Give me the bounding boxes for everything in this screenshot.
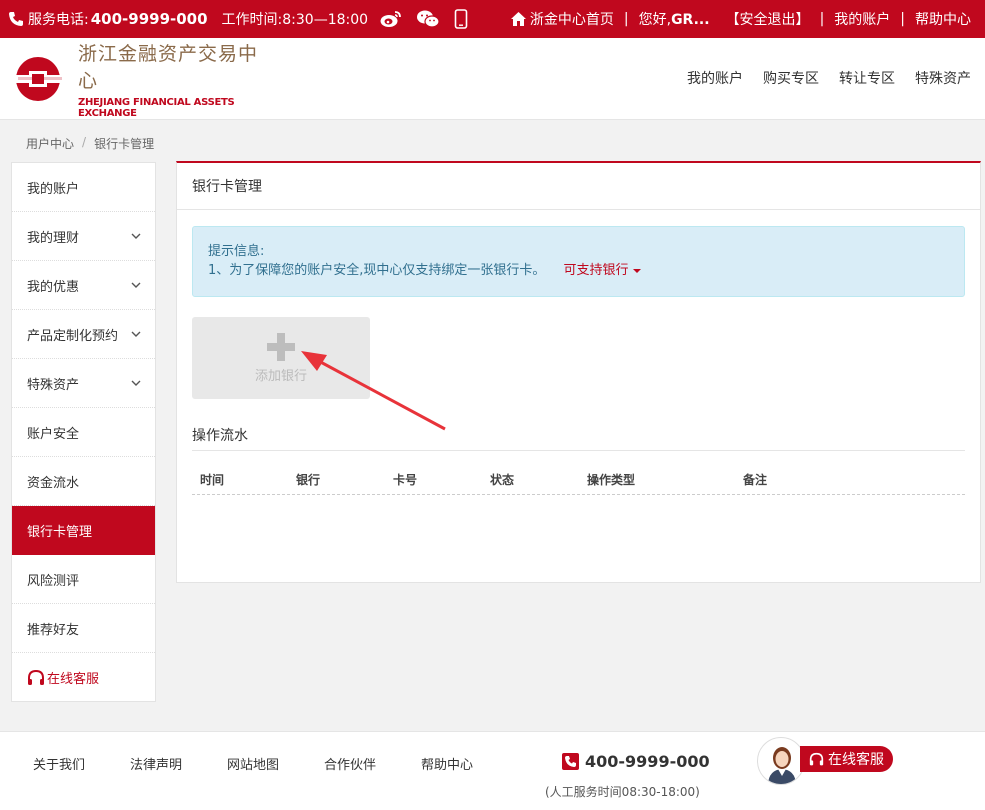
sidebar-item-label: 我的账户 xyxy=(27,181,80,197)
info-alert: 提示信息: 1、为了保障您的账户安全,现中心仅支持绑定一张银行卡。 可支持银行 xyxy=(192,226,965,297)
service-hours: (人工服务时间08:30-18:00) xyxy=(545,785,700,799)
chevron-down-icon xyxy=(131,282,141,288)
footer-phone: 400-9999-000 xyxy=(562,752,710,771)
phone-icon xyxy=(562,753,579,770)
column-header-status: 状态 xyxy=(490,473,515,487)
divider: | xyxy=(900,11,905,27)
flow-title: 操作流水 xyxy=(192,428,248,444)
help-center-link[interactable]: 帮助中心 xyxy=(915,9,971,29)
chevron-down-icon xyxy=(131,380,141,386)
column-header-operation-type: 操作类型 xyxy=(587,473,636,487)
service-agent-avatar xyxy=(757,737,805,785)
top-bar: 服务电话: 400-9999-000 工作时间:8:30—18:00 浙金中心首… xyxy=(0,0,985,38)
bank-card-panel: 银行卡管理 提示信息: 1、为了保障您的账户安全,现中心仅支持绑定一张银行卡。 … xyxy=(176,161,981,583)
site-footer: 关于我们 法律声明 网站地图 合作伙伴 帮助中心 400-9999-000 (人… xyxy=(0,731,985,810)
plus-icon xyxy=(267,332,295,361)
work-time: 工作时间:8:30—18:00 xyxy=(221,12,369,28)
sidebar-item-label: 我的理财 xyxy=(27,230,80,246)
sidebar-item-my-offers[interactable]: 我的优惠 xyxy=(12,261,155,310)
sidebar-item-refer-friends[interactable]: 推荐好友 xyxy=(12,604,155,653)
footer-link-about[interactable]: 关于我们 xyxy=(33,754,130,773)
divider: | xyxy=(623,11,629,27)
user-name: GR... xyxy=(671,12,710,28)
my-account-link[interactable]: 我的账户 xyxy=(834,9,890,29)
nav-special-assets[interactable]: 特殊资产 xyxy=(915,68,971,88)
home-icon xyxy=(510,12,526,26)
footer-links: 关于我们 法律声明 网站地图 合作伙伴 帮助中心 xyxy=(33,754,518,773)
panel-title: 银行卡管理 xyxy=(177,163,980,210)
supported-banks-label: 可支持银行 xyxy=(563,263,629,278)
sidebar-item-label: 账户安全 xyxy=(27,426,80,442)
column-header-remark: 备注 xyxy=(743,473,768,487)
breadcrumb-current: 银行卡管理 xyxy=(94,137,155,151)
breadcrumb: 用户中心 / 银行卡管理 xyxy=(26,135,154,152)
logo-text-en: ZHEJIANG FINANCIAL ASSETS EXCHANGE xyxy=(78,97,235,119)
weibo-icon[interactable] xyxy=(380,10,402,28)
nav-transfer[interactable]: 转让专区 xyxy=(839,68,895,88)
online-service-label: 在线客服 xyxy=(828,752,884,768)
logo-mark-icon xyxy=(12,56,68,102)
greeting: 您好,GR... xyxy=(638,12,710,28)
divider: | xyxy=(819,11,825,27)
sidebar-item-my-finance[interactable]: 我的理财 xyxy=(12,212,155,261)
sidebar-item-label: 推荐好友 xyxy=(27,622,80,638)
annotation-arrow-icon xyxy=(301,351,446,431)
breadcrumb-separator: / xyxy=(82,135,87,149)
sidebar-service-label: 在线客服 xyxy=(47,672,100,687)
sidebar-item-risk-assessment[interactable]: 风险测评 xyxy=(12,555,155,604)
sidebar-item-fund-flow[interactable]: 资金流水 xyxy=(12,457,155,506)
breadcrumb-user-center[interactable]: 用户中心 xyxy=(26,135,74,152)
sidebar-item-label: 特殊资产 xyxy=(27,377,80,393)
headset-icon xyxy=(28,669,44,685)
sidebar: 我的账户 我的理财 我的优惠 产品定制化预约 特殊资产 账户安全 资金流水 银行… xyxy=(11,162,156,702)
caret-down-icon xyxy=(632,268,641,273)
sidebar-item-label: 银行卡管理 xyxy=(27,525,93,540)
online-service-button[interactable]: 在线客服 xyxy=(800,746,893,772)
sidebar-item-bank-card[interactable]: 银行卡管理 xyxy=(12,506,155,555)
nav-my-account[interactable]: 我的账户 xyxy=(687,68,743,88)
mobile-icon[interactable] xyxy=(454,9,468,29)
supported-banks-link[interactable]: 可支持银行 xyxy=(564,261,641,280)
alert-title: 提示信息: xyxy=(208,244,265,259)
column-header-time: 时间 xyxy=(200,473,225,487)
home-link[interactable]: 浙金中心首页 xyxy=(510,9,614,29)
footer-link-partners[interactable]: 合作伙伴 xyxy=(324,754,421,773)
divider xyxy=(192,450,965,451)
main-nav: 我的账户 购买专区 转让专区 特殊资产 xyxy=(687,68,971,88)
footer-link-legal[interactable]: 法律声明 xyxy=(130,754,227,773)
phone-number: 400-9999-000 xyxy=(90,10,208,28)
sidebar-item-label: 我的优惠 xyxy=(27,279,80,295)
flow-table-header: 时间 银行 卡号 状态 操作类型 备注 xyxy=(192,463,965,495)
sidebar-online-service[interactable]: 在线客服 xyxy=(12,653,155,702)
footer-phone-number: 400-9999-000 xyxy=(585,752,710,771)
sidebar-item-label: 产品定制化预约 xyxy=(27,328,119,344)
sidebar-item-custom-reservation[interactable]: 产品定制化预约 xyxy=(12,310,155,359)
logout-link[interactable]: 【安全退出】 xyxy=(726,9,810,29)
sidebar-item-label: 风险测评 xyxy=(27,573,80,589)
logo[interactable]: 浙江金融资产交易中心 ZHEJIANG FINANCIAL ASSETS EXC… xyxy=(12,43,274,119)
sidebar-item-label: 资金流水 xyxy=(27,475,80,491)
wechat-icon[interactable] xyxy=(416,9,440,29)
logo-text-cn: 浙江金融资产交易中心 xyxy=(78,43,259,92)
chevron-down-icon xyxy=(131,331,141,337)
phone-icon xyxy=(8,11,24,27)
sidebar-item-special-assets[interactable]: 特殊资产 xyxy=(12,359,155,408)
phone-label: 服务电话: xyxy=(28,12,89,28)
sidebar-item-account-security[interactable]: 账户安全 xyxy=(12,408,155,457)
home-link-label: 浙金中心首页 xyxy=(529,12,614,28)
column-header-bank: 银行 xyxy=(296,473,321,487)
footer-link-help[interactable]: 帮助中心 xyxy=(421,754,518,773)
site-header: 浙江金融资产交易中心 ZHEJIANG FINANCIAL ASSETS EXC… xyxy=(0,38,985,120)
headset-icon xyxy=(809,752,824,765)
column-header-card-number: 卡号 xyxy=(393,473,418,487)
chevron-down-icon xyxy=(131,233,141,239)
sidebar-item-my-account[interactable]: 我的账户 xyxy=(12,163,155,212)
alert-text: 1、为了保障您的账户安全,现中心仅支持绑定一张银行卡。 xyxy=(208,263,546,278)
footer-link-sitemap[interactable]: 网站地图 xyxy=(227,754,324,773)
nav-purchase[interactable]: 购买专区 xyxy=(763,68,819,88)
